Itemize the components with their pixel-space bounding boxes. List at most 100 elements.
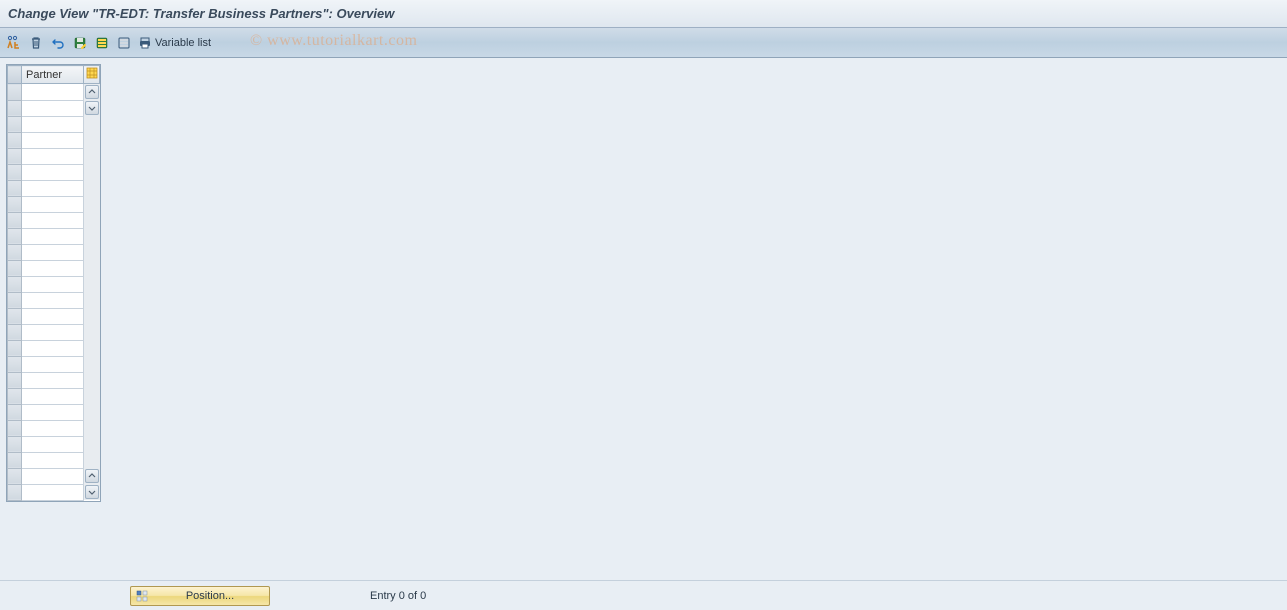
partner-cell[interactable] [22,340,84,356]
scroll-up-button[interactable] [84,84,100,101]
chevron-down-icon [85,101,99,115]
table-row [8,468,100,484]
partner-cell[interactable] [22,372,84,388]
variable-list-button[interactable]: Variable list [136,33,217,53]
row-selector[interactable] [8,340,22,356]
table-row [8,84,100,101]
row-selector[interactable] [8,468,22,484]
scroll-down-button-top[interactable] [84,100,100,116]
scroll-track [84,164,100,180]
partner-cell[interactable] [22,468,84,484]
partner-cell[interactable] [22,196,84,212]
disk-save-icon [73,36,87,50]
content-area: Partner [0,58,1287,580]
row-selector[interactable] [8,292,22,308]
table-row [8,292,100,308]
scroll-track [84,244,100,260]
row-selector[interactable] [8,244,22,260]
partner-cell[interactable] [22,436,84,452]
column-header-partner[interactable]: Partner [22,66,84,84]
row-selector[interactable] [8,212,22,228]
partner-cell[interactable] [22,308,84,324]
partner-cell[interactable] [22,84,84,101]
partner-cell[interactable] [22,324,84,340]
row-selector[interactable] [8,132,22,148]
scroll-track [84,196,100,212]
partner-cell[interactable] [22,404,84,420]
row-selector[interactable] [8,84,22,101]
row-selector[interactable] [8,116,22,132]
undo-button[interactable] [48,33,68,53]
scroll-track [84,324,100,340]
position-label: Position... [155,590,265,602]
delete-button[interactable] [26,33,46,53]
scroll-track [84,420,100,436]
partner-cell[interactable] [22,484,84,500]
table-row [8,164,100,180]
table-row [8,324,100,340]
partner-cell[interactable] [22,452,84,468]
chevron-down-icon [85,485,99,499]
row-selector[interactable] [8,484,22,500]
partner-cell[interactable] [22,100,84,116]
select-all-button[interactable] [92,33,112,53]
partner-cell[interactable] [22,228,84,244]
partner-cell[interactable] [22,260,84,276]
table-settings-button[interactable] [84,66,100,84]
row-selector[interactable] [8,420,22,436]
toggle-display-change-button[interactable] [4,33,24,53]
row-selector[interactable] [8,164,22,180]
table-row [8,372,100,388]
row-selector[interactable] [8,452,22,468]
scroll-down-button[interactable] [84,484,100,500]
row-selector[interactable] [8,228,22,244]
partner-cell[interactable] [22,388,84,404]
table-row [8,436,100,452]
partner-cell[interactable] [22,180,84,196]
scroll-track [84,388,100,404]
footer-bar: Position... Entry 0 of 0 [0,580,1287,610]
partner-cell[interactable] [22,212,84,228]
table-row [8,212,100,228]
partner-cell[interactable] [22,292,84,308]
row-selector[interactable] [8,404,22,420]
scroll-up-button-bottom[interactable] [84,468,100,484]
partner-cell[interactable] [22,116,84,132]
partner-cell[interactable] [22,164,84,180]
partner-cell[interactable] [22,132,84,148]
scroll-track [84,276,100,292]
partner-cell[interactable] [22,148,84,164]
row-selector[interactable] [8,372,22,388]
scroll-track [84,132,100,148]
deselect-all-button[interactable] [114,33,134,53]
row-selector[interactable] [8,436,22,452]
row-selector[interactable] [8,196,22,212]
row-selector[interactable] [8,260,22,276]
scroll-track [84,212,100,228]
row-selector[interactable] [8,356,22,372]
position-button[interactable]: Position... [130,586,270,606]
row-selector[interactable] [8,180,22,196]
table-row [8,196,100,212]
partner-cell[interactable] [22,356,84,372]
row-selector[interactable] [8,100,22,116]
scroll-track [84,116,100,132]
row-selector[interactable] [8,148,22,164]
select-all-icon [95,36,109,50]
save-button[interactable] [70,33,90,53]
row-selector[interactable] [8,276,22,292]
table-row [8,100,100,116]
table-row [8,260,100,276]
partner-cell[interactable] [22,244,84,260]
row-selector[interactable] [8,388,22,404]
row-selector[interactable] [8,324,22,340]
table-row [8,340,100,356]
table-row [8,132,100,148]
partner-cell[interactable] [22,420,84,436]
scroll-track [84,404,100,420]
row-selector-header[interactable] [8,66,22,84]
chevron-up-icon [85,85,99,99]
table-row [8,180,100,196]
row-selector[interactable] [8,308,22,324]
partner-cell[interactable] [22,276,84,292]
